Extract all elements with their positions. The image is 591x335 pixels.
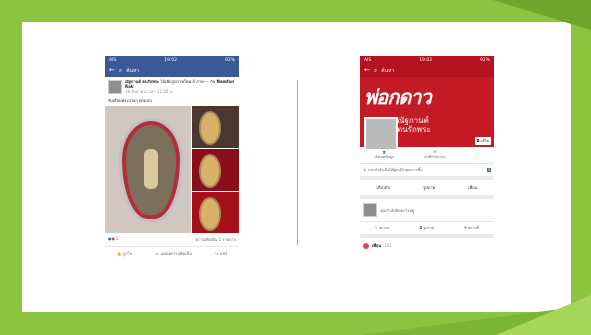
avatar[interactable] — [108, 80, 122, 94]
cover-text: พ่อกดาว — [364, 85, 432, 109]
carrier-label: AIS — [364, 57, 372, 63]
back-arrow-icon[interactable]: ← — [364, 67, 370, 74]
tab-about[interactable]: เกี่ยวกับ — [377, 184, 390, 191]
post-caption: รับเลี่ยมพระสวยๆ ทุกเเบบ — [108, 98, 152, 104]
post-meta: ณัฐกานต์ ตนรักพระ ได้เพิ่มรูปภาพใหม่ 4 ภ… — [125, 79, 236, 94]
pencil-icon: ✎ — [374, 226, 378, 230]
post-date[interactable]: 18 สิงหาคม เวลา 21:50 น. — [125, 89, 174, 94]
amulet-image — [199, 196, 221, 231]
tab-friends[interactable]: เพื่อน — [468, 184, 477, 191]
battery-label: 92% — [479, 57, 490, 63]
time-label: 19:02 — [419, 57, 433, 63]
activity-log-label: บันทึกกิจกรรม — [424, 155, 446, 159]
amulet-photo[interactable] — [105, 106, 191, 234]
status-bar: AIS 19:02 92% — [105, 56, 239, 64]
composer-input[interactable]: คุณกำลังคิดอะไรอยู่ — [380, 207, 414, 214]
profile-picture[interactable] — [364, 117, 398, 151]
activity-log-button[interactable]: ☰ บันทึกกิจกรรม — [424, 150, 445, 160]
search-icon[interactable]: ⌕ — [119, 67, 122, 75]
comment-button[interactable]: ▭ แสดงความคิดเห็น — [155, 250, 191, 257]
comment-label: แสดงความคิดเห็น — [160, 251, 192, 257]
status-label: สถานะ — [379, 226, 390, 230]
update-info-label: อัพเดตข้อมูล — [375, 155, 395, 159]
camera-icon: ◘ — [476, 139, 480, 143]
slide-divider — [297, 80, 298, 245]
nav-bar: ← ⌕ ค้นหา — [360, 64, 494, 77]
intro-badge: 5 — [486, 168, 491, 172]
like-button[interactable]: 👍 ถูกใจ — [117, 250, 132, 257]
amulet-image — [199, 111, 221, 146]
profile-name: ณัฐกานต์ ตนรักพระ — [397, 116, 431, 135]
nav-bar: ← ⌕ ค้นหา — [105, 64, 239, 77]
amulet-thumbnail[interactable] — [192, 106, 239, 149]
search-input[interactable]: ค้นหา — [381, 67, 394, 75]
carrier-label: AIS — [109, 57, 117, 63]
post-actions: 👍 ถูกใจ ▭ แสดงความคิดเห็น ↪ แชร์ — [105, 247, 239, 260]
back-arrow-icon[interactable]: ← — [109, 67, 115, 74]
more-dots-icon: ... — [475, 150, 479, 154]
star-icon: ★ — [363, 168, 367, 172]
share-button[interactable]: ↪ แชร์ — [215, 250, 227, 257]
list-icon: ☰ — [433, 150, 437, 154]
photo-button[interactable]: ◘ รูปภาพ — [419, 225, 434, 231]
intro-text: แนะนำตัวเพื่อให้ผู้คนรู้จักคุณมากขึ้น — [368, 168, 423, 172]
friends-count: 101 — [384, 243, 392, 248]
friends-icon — [363, 242, 369, 249]
amulet-image — [199, 154, 221, 189]
share-label: แชร์ — [219, 251, 228, 257]
friends-row[interactable]: เพื่อน 101 — [360, 238, 494, 253]
reaction-count-value: 2 — [116, 236, 119, 242]
cover-photo[interactable]: พ่อกดาว ณัฐกานต์ ตนรักพระ ◘ แก้ไข — [360, 77, 494, 151]
with-label: — กับ — [205, 79, 216, 84]
amulet-figure — [144, 149, 158, 190]
photo-label: รูปภาพ — [423, 226, 434, 230]
post-images[interactable] — [105, 106, 239, 234]
status-button[interactable]: ✎ สถานะ — [375, 225, 390, 231]
phone-post-screenshot: AIS 19:02 92% ← ⌕ ค้นหา ณัฐกานต์ ตนรักพร… — [105, 56, 239, 279]
search-input[interactable]: ค้นหา — [126, 67, 139, 75]
comment-icon: ▭ — [155, 251, 160, 257]
edit-cover-button[interactable]: ◘ แก้ไข — [474, 137, 491, 145]
photo-thumbnails — [192, 106, 239, 234]
status-bar: AIS 19:02 92% — [360, 56, 494, 64]
thumbs-up-icon: 👍 — [116, 251, 122, 257]
friends-label: เพื่อน — [372, 243, 382, 248]
flag-icon: ⚑ — [463, 226, 467, 230]
time-label: 19:02 — [164, 57, 178, 63]
profile-name-line2: ตนรักพระ — [397, 124, 431, 134]
intro-row[interactable]: ★ แนะนำตัวเพื่อให้ผู้คนรู้จักคุณมากขึ้น … — [360, 164, 494, 176]
amulet-thumbnail[interactable] — [192, 191, 239, 234]
update-info-button[interactable]: 👤 อัพเดตข้อมูล — [375, 150, 394, 160]
post-action: ได้เพิ่มรูปภาพใหม่ 4 ภาพ — [160, 79, 204, 84]
more-button[interactable]: ... — [476, 150, 479, 160]
amulet-image — [119, 118, 183, 223]
reactions-bar: ●● 2 ความคิดเห็น 1 รายการ — [105, 233, 239, 248]
tab-photos[interactable]: รูปภาพ — [423, 184, 435, 191]
search-icon[interactable]: ⌕ — [374, 67, 377, 75]
share-icon: ↪ — [215, 251, 219, 257]
love-reaction-icon: ● — [111, 236, 116, 242]
battery-label: 92% — [224, 57, 235, 63]
edit-cover-label: แก้ไข — [480, 139, 489, 143]
camera-icon: ◘ — [419, 226, 423, 230]
comment-count[interactable]: ความคิดเห็น 1 รายการ — [196, 236, 236, 243]
reaction-count[interactable]: ●● 2 — [108, 236, 119, 243]
like-label: ถูกใจ — [122, 251, 133, 257]
post-composer[interactable]: คุณกำลังคิดอะไรอยู่ — [360, 199, 494, 221]
checkin-label: สถานที่ — [468, 226, 480, 230]
phone-profile-screenshot: AIS 19:02 92% ← ⌕ ค้นหา พ่อกดาว ณัฐกานต์… — [360, 56, 494, 279]
profile-tabs: เกี่ยวกับ รูปภาพ เพื่อน — [360, 176, 494, 199]
post-header: ณัฐกานต์ ตนรักพระ ได้เพิ่มรูปภาพใหม่ 4 ภ… — [105, 77, 239, 97]
amulet-thumbnail[interactable] — [192, 149, 239, 191]
avatar — [363, 203, 377, 217]
composer-actions: ✎ สถานะ ◘ รูปภาพ ⚑ สถานที่ — [360, 221, 494, 238]
checkin-button[interactable]: ⚑ สถานที่ — [464, 225, 479, 231]
